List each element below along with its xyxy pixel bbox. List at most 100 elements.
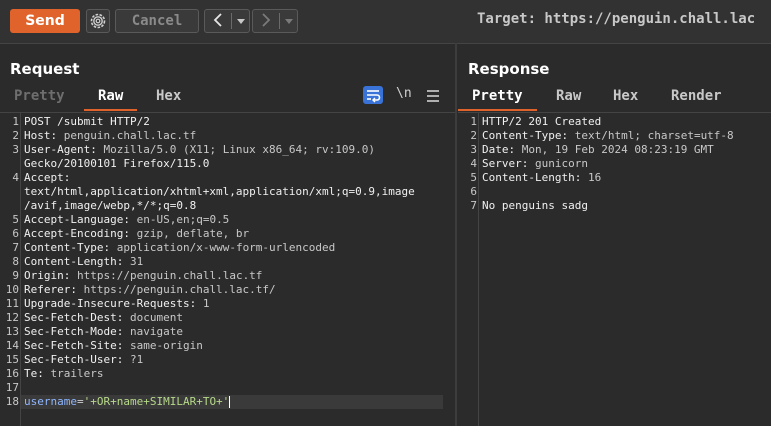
line-number: 5 xyxy=(12,213,19,226)
code-line: Sec-Fetch-Dest: document xyxy=(24,311,183,325)
code-line: /avif,image/webp,*/*;q=0.8 xyxy=(24,199,197,212)
header-name: Server xyxy=(482,157,522,170)
line-number: 7 xyxy=(470,199,477,212)
line-number: 2 xyxy=(470,129,477,142)
body-param-name: username xyxy=(24,395,77,408)
header-name: Sec-Fetch-Site xyxy=(24,339,117,352)
tab-request-hex[interactable]: Hex xyxy=(142,87,195,109)
chevron-right-icon xyxy=(262,13,271,27)
header-value: en-US,en;q=0.5 xyxy=(136,213,230,226)
header-colon: : xyxy=(116,339,130,352)
header-value: 16 xyxy=(587,171,602,184)
code-line: Referer: https://penguin.chall.lac.tf/ xyxy=(24,283,276,297)
header-value: document xyxy=(129,311,183,324)
line-number: 5 xyxy=(470,171,477,184)
code-line: Sec-Fetch-Mode: navigate xyxy=(24,325,183,339)
body-param-value: '+OR+name+SIMILAR+TO+' xyxy=(83,395,230,408)
code-line: Accept: xyxy=(24,171,77,185)
line-number: 4 xyxy=(470,157,477,170)
header-name: Accept-Language xyxy=(24,213,124,226)
line-number: 6 xyxy=(12,227,19,240)
header-name: Content-Type xyxy=(482,129,562,142)
menu-button[interactable] xyxy=(426,88,446,106)
tab-response-hex[interactable]: Hex xyxy=(599,87,652,109)
forward-button[interactable] xyxy=(252,9,298,33)
header-colon: : xyxy=(63,269,77,282)
response-title: Response xyxy=(468,60,550,78)
back-button[interactable] xyxy=(204,9,250,33)
menu-icon xyxy=(427,90,439,102)
cancel-button[interactable]: Cancel xyxy=(115,9,199,33)
wrap-lines-button[interactable] xyxy=(363,86,383,104)
code-line: username='+OR+name+SIMILAR+TO+' xyxy=(24,395,231,409)
header-name: Upgrade-Insecure-Requests xyxy=(24,297,190,310)
code-line: Content-Length: 31 xyxy=(24,255,143,269)
response-viewer[interactable]: 1 HTTP/2 201 Created 2 Content-Type: text/h… xyxy=(458,112,771,426)
header-colon: : xyxy=(508,143,522,156)
line-number: 6 xyxy=(470,185,477,198)
line-number: 3 xyxy=(12,143,19,156)
header-colon: : xyxy=(521,157,535,170)
newline-icon: \n xyxy=(396,86,412,101)
code-line: No penguins sadg xyxy=(482,199,588,212)
code-line: text/html,application/xhtml+xml,applicat… xyxy=(24,185,415,198)
code-line: Gecko/20100101 Firefox/115.0 xyxy=(24,157,210,170)
text-cursor xyxy=(229,396,231,408)
separator xyxy=(231,13,232,29)
request-editor[interactable]: 1 POST /submit HTTP/2 2 Host: penguin.chall… xyxy=(0,112,455,426)
line-number: 10 xyxy=(5,283,19,296)
header-colon: : xyxy=(123,213,137,226)
line-number: 2 xyxy=(12,129,19,142)
header-name: Origin xyxy=(24,269,64,282)
chevron-down-icon[interactable] xyxy=(236,13,246,29)
header-value: trailers xyxy=(50,367,104,380)
line-number: 3 xyxy=(470,143,477,156)
code-line: Server: gunicorn xyxy=(482,157,588,171)
header-colon: : xyxy=(116,353,130,366)
request-title: Request xyxy=(10,60,80,78)
chevron-down-icon[interactable] xyxy=(284,13,294,29)
code-line: HTTP/2 201 Created xyxy=(482,115,602,128)
body-equals: = xyxy=(76,395,84,408)
send-button[interactable]: Send xyxy=(10,9,80,33)
header-value: ?1 xyxy=(129,353,144,366)
header-value: 1 xyxy=(202,297,210,310)
line-number: 8 xyxy=(12,255,19,268)
header-name: Accept-Encoding xyxy=(24,227,124,240)
header-value: same-origin xyxy=(129,339,203,352)
header-name: Content-Length xyxy=(482,171,575,184)
code-line: Content-Type: text/html; charset=utf-8 xyxy=(482,129,734,143)
header-value: https://penguin.chall.lac.tf/ xyxy=(83,283,276,296)
toolbar: Send Cancel Target: https://penguin.chal… xyxy=(0,0,771,44)
header-colon: : xyxy=(189,297,203,310)
header-value: https://penguin.chall.lac.tf xyxy=(77,269,263,282)
wrap-lines-icon xyxy=(363,86,383,104)
header-name: Content-Length xyxy=(24,255,117,268)
code-line: Sec-Fetch-Site: same-origin xyxy=(24,339,203,353)
pane-divider[interactable] xyxy=(455,43,457,426)
header-colon: : xyxy=(37,367,51,380)
header-colon: : xyxy=(116,255,130,268)
line-number: 18 xyxy=(5,395,19,408)
line-number: 4 xyxy=(12,171,19,184)
settings-button[interactable] xyxy=(86,9,110,33)
header-name: Host xyxy=(24,129,51,142)
line-number: 12 xyxy=(5,311,19,324)
line-number: 13 xyxy=(5,325,19,338)
tab-response-raw[interactable]: Raw xyxy=(542,87,595,109)
header-value: Mon, 19 Feb 2024 08:23:19 GMT xyxy=(521,143,714,156)
header-name: Referer xyxy=(24,283,71,296)
tab-response-pretty[interactable]: Pretty xyxy=(458,87,537,111)
newline-toggle[interactable]: \n xyxy=(396,86,416,104)
code-line: Origin: https://penguin.chall.lac.tf xyxy=(24,269,262,283)
code-line: POST /submit HTTP/2 xyxy=(24,115,150,128)
line-number: 17 xyxy=(5,381,19,394)
tab-response-render[interactable]: Render xyxy=(657,87,736,109)
line-number: 1 xyxy=(12,115,19,128)
code-line: Host: penguin.chall.lac.tf xyxy=(24,129,196,143)
header-colon: : xyxy=(50,129,64,142)
tab-request-raw[interactable]: Raw xyxy=(84,87,138,111)
code-line: Sec-Fetch-User: ?1 xyxy=(24,353,143,367)
tab-request-pretty[interactable]: Pretty xyxy=(0,87,79,109)
code-line: Upgrade-Insecure-Requests: 1 xyxy=(24,297,209,311)
